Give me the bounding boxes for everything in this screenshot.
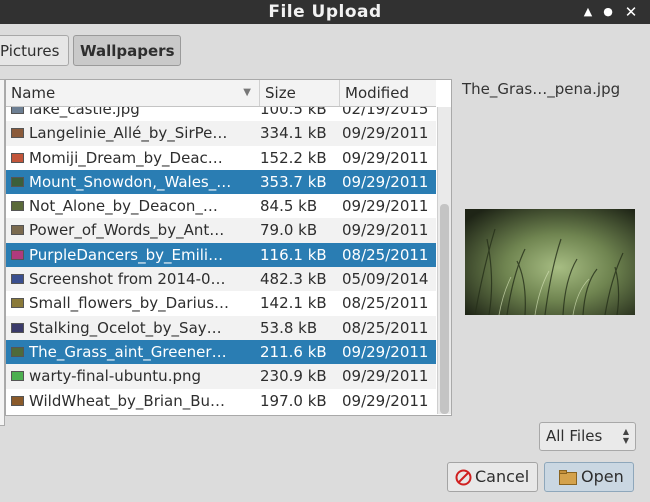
open-label: Open — [581, 467, 624, 486]
image-file-icon — [11, 346, 24, 357]
file-size: 334.1 kB — [260, 124, 327, 143]
file-modified: 09/29/2011 — [342, 367, 429, 386]
file-size: 84.5 kB — [260, 197, 318, 216]
file-modified: 09/29/2011 — [342, 148, 429, 167]
sort-descending-icon: ▼ — [243, 87, 251, 98]
file-size: 79.0 kB — [260, 221, 318, 240]
column-name-label: Name — [11, 84, 56, 102]
cancel-button[interactable]: Cancel — [447, 462, 538, 492]
file-name: Power_of_Words_by_Ant… — [29, 221, 225, 240]
file-row[interactable]: Not_Alone_by_Deacon_… 84.5 kB 09/29/2011 — [6, 194, 436, 219]
folder-icon — [559, 470, 577, 485]
file-size: 230.9 kB — [260, 367, 327, 386]
file-name: PurpleDancers_by_Emili… — [29, 245, 224, 264]
open-button[interactable]: Open — [544, 462, 634, 492]
file-size: 152.2 kB — [260, 148, 327, 167]
file-modified: 09/29/2011 — [342, 197, 429, 216]
file-name: The_Grass_aint_Greener… — [29, 342, 227, 361]
file-row[interactable]: Screenshot from 2014-0… 482.3 kB 05/09/201… — [6, 267, 436, 292]
file-modified: 09/29/2011 — [342, 221, 429, 240]
file-row[interactable]: Stalking_Ocelot_by_Say… 53.8 kB 08/25/2011 — [6, 315, 436, 340]
up-arrow-icon[interactable]: ▲ — [578, 0, 598, 24]
file-row[interactable]: PurpleDancers_by_Emili… 116.1 kB 08/25/201… — [6, 242, 436, 268]
window-title: File Upload — [268, 2, 382, 22]
image-file-icon — [11, 322, 24, 333]
column-modified[interactable]: Modified — [340, 80, 436, 106]
file-size: 53.8 kB — [260, 318, 318, 337]
file-modified: 09/29/2011 — [342, 391, 429, 410]
spin-arrows-icon: ▲ ▼ — [622, 427, 629, 445]
file-size: 197.0 kB — [260, 391, 327, 410]
file-name: Langelinie_Allé_by_SirPe… — [29, 124, 228, 143]
file-row[interactable]: Langelinie_Allé_by_SirPe… 334.1 kB 09/29/2… — [6, 121, 436, 146]
title-bar: File Upload ▲ ● ✕ — [0, 0, 650, 24]
file-modified: 08/25/2011 — [342, 294, 429, 313]
file-modified: 09/29/2011 — [342, 342, 429, 361]
file-size: 353.7 kB — [260, 172, 327, 191]
file-rows: lake_castle.jpg 100.5 kB 02/19/2015 Langeli… — [6, 97, 436, 413]
file-type-filter[interactable]: All Files ▲ ▼ — [539, 422, 636, 451]
file-row[interactable]: Mount_Snowdon,_Wales_… 353.7 kB 09/29/2011 — [6, 169, 436, 195]
file-name: Screenshot from 2014-0… — [29, 270, 226, 289]
file-name: WildWheat_by_Brian_Bu… — [29, 391, 226, 410]
column-name[interactable]: Name ▼ — [6, 80, 260, 106]
file-size: 211.6 kB — [260, 342, 327, 361]
image-file-icon — [11, 152, 24, 163]
image-file-icon — [11, 371, 24, 382]
file-name: Momiji_Dream_by_Deac… — [29, 148, 223, 167]
file-size: 116.1 kB — [260, 245, 327, 264]
file-row[interactable]: Power_of_Words_by_Ant… 79.0 kB 09/29/2011 — [6, 218, 436, 243]
file-type-filter-value: All Files — [546, 427, 603, 445]
file-modified: 09/29/2011 — [342, 124, 429, 143]
column-modified-label: Modified — [345, 84, 410, 102]
file-row[interactable]: Momiji_Dream_by_Deac… 152.2 kB 09/29/2011 — [6, 145, 436, 170]
file-name: Small_flowers_by_Darius… — [29, 294, 230, 313]
file-modified: 08/25/2011 — [342, 245, 429, 264]
image-file-icon — [11, 298, 24, 309]
maximize-icon[interactable]: ● — [598, 0, 618, 24]
file-list[interactable]: lake_castle.jpg 100.5 kB 02/19/2015 Langeli… — [5, 79, 452, 416]
preview-filename: The_Gras…_pena.jpg — [462, 80, 621, 98]
file-row[interactable]: Small_flowers_by_Darius… 142.1 kB 08/25/20… — [6, 291, 436, 316]
file-row[interactable]: WildWheat_by_Brian_Bu… 197.0 kB 09/29/2011 — [6, 388, 436, 413]
preview-thumbnail — [465, 209, 635, 315]
file-size: 482.3 kB — [260, 270, 327, 289]
crumb-wallpapers[interactable]: Wallpapers — [73, 35, 181, 66]
column-size[interactable]: Size — [260, 80, 340, 106]
crumb-pictures[interactable]: Pictures — [0, 35, 69, 66]
file-modified: 05/09/2014 — [342, 270, 429, 289]
file-name: Mount_Snowdon,_Wales_… — [29, 172, 232, 191]
file-size: 142.1 kB — [260, 294, 327, 313]
image-file-icon — [11, 274, 24, 285]
file-row[interactable]: warty-final-ubuntu.png 230.9 kB 09/29/2011 — [6, 364, 436, 389]
cancel-label: Cancel — [475, 467, 530, 486]
file-list-header: Name ▼ Size Modified — [6, 80, 436, 107]
file-row[interactable]: The_Grass_aint_Greener… 211.6 kB 09/29/201… — [6, 339, 436, 365]
file-name: Stalking_Ocelot_by_Say… — [29, 318, 222, 337]
image-file-icon — [11, 395, 24, 406]
scrollbar-thumb[interactable] — [440, 204, 449, 414]
image-file-icon — [11, 225, 24, 236]
cancel-icon — [455, 469, 472, 486]
image-file-icon — [11, 249, 24, 260]
file-name: warty-final-ubuntu.png — [29, 367, 202, 386]
file-modified: 08/25/2011 — [342, 318, 429, 337]
file-modified: 09/29/2011 — [342, 172, 429, 191]
image-file-icon — [11, 201, 24, 212]
image-file-icon — [11, 128, 24, 139]
column-size-label: Size — [265, 84, 296, 102]
image-file-icon — [11, 176, 24, 187]
vertical-scrollbar[interactable] — [437, 107, 451, 414]
close-icon[interactable]: ✕ — [621, 0, 641, 24]
file-name: Not_Alone_by_Deacon_… — [29, 197, 218, 216]
